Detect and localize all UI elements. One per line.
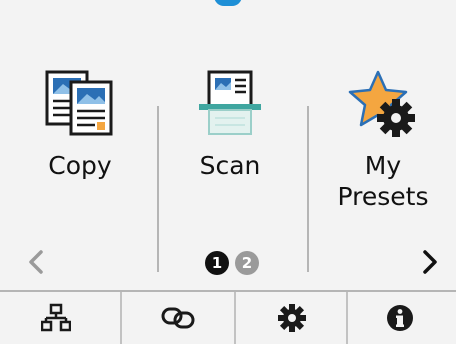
settings-button[interactable] — [236, 292, 348, 344]
my-presets-star-gear-icon — [348, 70, 415, 137]
my-presets-label: My Presets — [337, 151, 429, 211]
info-button[interactable] — [344, 292, 456, 344]
settings-gear-icon — [278, 304, 306, 332]
page-dot-other[interactable]: 2 — [235, 251, 259, 275]
function-tiles: Copy Scan My Presets — [0, 40, 456, 272]
bottom-toolbar — [0, 290, 456, 344]
page-dot-current: 1 — [205, 251, 229, 275]
chevron-right-icon[interactable] — [418, 247, 442, 277]
scan-icon — [199, 70, 261, 135]
my-presets-tile[interactable]: My Presets — [308, 40, 456, 245]
copy-icon — [45, 70, 113, 136]
chevron-left-icon[interactable] — [24, 247, 48, 277]
network-icon — [41, 303, 71, 332]
scan-tile[interactable]: Scan — [155, 40, 305, 245]
info-icon — [387, 305, 413, 331]
scan-label: Scan — [199, 151, 261, 180]
page-navigation: 1 2 — [0, 245, 456, 285]
copy-tile[interactable]: Copy — [5, 40, 155, 245]
wireless-connect-button[interactable] — [122, 292, 234, 344]
network-button[interactable] — [0, 292, 112, 344]
top-strip — [0, 0, 456, 14]
page-indicator: 1 2 — [205, 251, 259, 275]
wireless-connect-icon — [161, 307, 195, 329]
top-accent — [214, 0, 242, 6]
copy-label: Copy — [48, 151, 112, 180]
